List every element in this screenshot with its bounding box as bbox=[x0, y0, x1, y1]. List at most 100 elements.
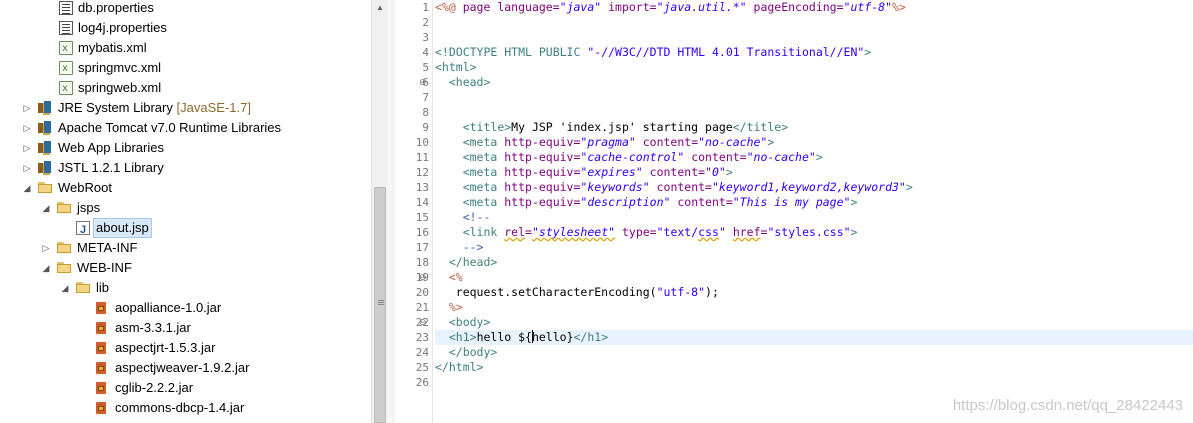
fold-toggle-icon[interactable]: ⊖ bbox=[419, 270, 427, 285]
code-token: <html> bbox=[435, 60, 477, 74]
code-line[interactable]: <html> bbox=[435, 60, 1193, 75]
expand-arrow-icon[interactable]: ▷ bbox=[41, 238, 51, 258]
code-token: content= bbox=[684, 150, 747, 164]
tree-item-label: Web App Libraries bbox=[58, 140, 164, 155]
library-icon bbox=[38, 101, 52, 115]
code-line[interactable]: <body> bbox=[435, 315, 1193, 330]
fold-toggle-icon[interactable]: ⊖ bbox=[419, 75, 427, 90]
code-line[interactable] bbox=[435, 105, 1193, 120]
expand-arrow-icon[interactable]: ▷ bbox=[22, 138, 32, 158]
code-line[interactable] bbox=[435, 15, 1193, 30]
code-token: <%@ bbox=[435, 0, 463, 14]
code-token: > bbox=[850, 195, 858, 209]
collapse-arrow-icon[interactable]: ◢ bbox=[41, 198, 51, 218]
folder-open-icon bbox=[57, 261, 71, 275]
code-token: <meta bbox=[462, 135, 505, 149]
tree-item-label: WEB-INF bbox=[77, 260, 132, 275]
code-token: http-equiv= bbox=[504, 165, 581, 179]
jar-icon bbox=[94, 381, 108, 395]
code-line[interactable] bbox=[435, 90, 1193, 105]
library-icon bbox=[38, 141, 52, 155]
code-line[interactable]: <meta http-equiv="description" content="… bbox=[435, 195, 1193, 210]
code-token: content= bbox=[642, 165, 706, 179]
code-line[interactable]: <!DOCTYPE HTML PUBLIC "-//W3C//DTD HTML … bbox=[435, 45, 1193, 60]
code-token: > bbox=[725, 165, 733, 179]
collapse-arrow-icon[interactable]: ◢ bbox=[22, 178, 32, 198]
code-token: ); bbox=[705, 285, 719, 299]
code-line[interactable]: <title>My JSP 'index.jsp' starting page<… bbox=[435, 120, 1193, 135]
code-line[interactable]: <!-- bbox=[435, 210, 1193, 225]
code-token: "java" bbox=[559, 0, 602, 14]
code-token: "utf-8" bbox=[843, 0, 892, 14]
code-line[interactable]: <meta http-equiv="pragma" content="no-ca… bbox=[435, 135, 1193, 150]
code-token: "java.util.*" bbox=[656, 0, 747, 14]
code-token: content= bbox=[635, 135, 699, 149]
fold-toggle-icon[interactable]: ⊖ bbox=[419, 315, 427, 330]
tree-item-label: springmvc.xml bbox=[78, 60, 162, 75]
line-number: 9 bbox=[422, 121, 429, 134]
code-token: <h1> bbox=[448, 330, 477, 344]
line-number: 21 bbox=[415, 301, 429, 314]
code-line[interactable]: </head> bbox=[435, 255, 1193, 270]
code-line[interactable]: <head> bbox=[435, 75, 1193, 90]
code-line[interactable]: <link rel="stylesheet" type="text/css" h… bbox=[435, 225, 1193, 240]
expand-arrow-icon[interactable]: ▷ bbox=[22, 118, 32, 138]
code-area[interactable]: <%@ page language="java" import="java.ut… bbox=[435, 0, 1193, 423]
code-token: pageEncoding= bbox=[746, 0, 844, 14]
code-line[interactable]: </html> bbox=[435, 360, 1193, 375]
code-token: > bbox=[767, 135, 775, 149]
tree-item-label: aspectjweaver-1.9.2.jar bbox=[115, 360, 250, 375]
code-line[interactable]: <%@ page language="java" import="java.ut… bbox=[435, 0, 1193, 15]
tree-item-label: commons-dbcp-1.4.jar bbox=[115, 400, 245, 415]
code-line[interactable]: <h1>hello ${hello}</h1> bbox=[435, 330, 1193, 345]
code-line[interactable] bbox=[435, 30, 1193, 45]
code-token: > bbox=[905, 180, 913, 194]
tree-item-label: aspectjrt-1.5.3.jar bbox=[115, 340, 216, 355]
tree-item-label: db.properties bbox=[78, 0, 154, 15]
code-token: <body> bbox=[448, 315, 491, 329]
line-number: 8 bbox=[422, 106, 429, 119]
code-token: "keyword1,keyword2,keyword3" bbox=[711, 180, 906, 194]
code-token: content= bbox=[649, 180, 712, 194]
scrollbar-thumb[interactable] bbox=[374, 187, 386, 423]
code-token: <meta bbox=[462, 180, 505, 194]
xml-file-icon bbox=[59, 79, 73, 99]
expand-arrow-icon[interactable]: ▷ bbox=[22, 98, 32, 118]
explorer-scrollbar[interactable]: ▲ bbox=[371, 0, 388, 423]
code-token: > bbox=[864, 45, 872, 59]
jar-icon bbox=[94, 401, 108, 415]
scroll-up-arrow-icon[interactable]: ▲ bbox=[372, 0, 388, 16]
collapse-arrow-icon[interactable]: ◢ bbox=[41, 258, 51, 278]
code-line[interactable]: <meta http-equiv="keywords" content="key… bbox=[435, 180, 1193, 195]
code-token: = bbox=[525, 225, 532, 239]
code-line[interactable]: <meta http-equiv="cache-control" content… bbox=[435, 150, 1193, 165]
code-line[interactable]: <% bbox=[435, 270, 1193, 285]
code-token: <!DOCTYPE bbox=[435, 45, 505, 59]
grip-icon bbox=[378, 300, 384, 301]
line-number: 1 bbox=[422, 1, 429, 14]
code-token: page bbox=[462, 0, 498, 14]
code-token: "pragma" bbox=[580, 135, 636, 149]
code-line[interactable]: %> bbox=[435, 300, 1193, 315]
code-editor[interactable]: 1 2 3 4 5 6 ⊖ 7 8 9 10 11 12 13 14 15 16 17 18 19 ⊖ 20 21 22 ⊖ 23… bbox=[389, 0, 1193, 423]
code-line[interactable]: --> bbox=[435, 240, 1193, 255]
code-line[interactable] bbox=[435, 375, 1193, 390]
expand-arrow-icon[interactable]: ▷ bbox=[22, 158, 32, 178]
collapse-arrow-icon[interactable]: ◢ bbox=[60, 278, 70, 298]
code-token: http-equiv= bbox=[504, 180, 581, 194]
line-number: 13 bbox=[415, 181, 429, 194]
code-line[interactable]: request.setCharacterEncoding("utf-8"); bbox=[435, 285, 1193, 300]
tree-item-label: aopalliance-1.0.jar bbox=[115, 300, 222, 315]
line-number: 10 bbox=[415, 136, 429, 149]
library-icon bbox=[38, 121, 52, 135]
code-token: </h1> bbox=[573, 330, 609, 344]
code-line[interactable]: </body> bbox=[435, 345, 1193, 360]
code-line[interactable]: <meta http-equiv="expires" content="0"> bbox=[435, 165, 1193, 180]
properties-file-icon bbox=[59, 1, 73, 15]
code-token: href bbox=[732, 225, 761, 239]
